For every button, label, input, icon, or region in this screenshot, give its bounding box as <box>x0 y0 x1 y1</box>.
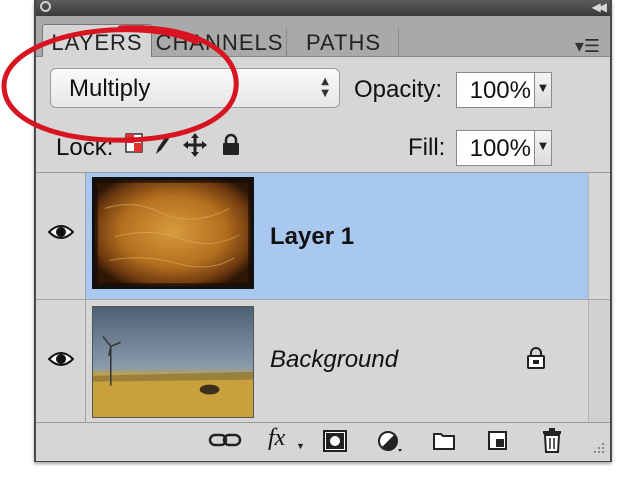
annotation-circle <box>1 25 239 143</box>
panel-bottom-bar: fx ▼ <box>36 422 610 461</box>
opacity-label: Opacity: <box>354 76 443 103</box>
fill-label: Fill: <box>408 134 446 161</box>
visibility-toggle[interactable] <box>36 173 86 299</box>
layers-list: Layer 1 Background <box>36 172 610 423</box>
layer-lock-icon <box>527 347 545 369</box>
layer-name[interactable]: Background <box>270 346 398 374</box>
adjustment-layer-icon[interactable] <box>376 429 406 455</box>
resize-grip-icon[interactable] <box>590 441 606 457</box>
fx-dropdown-icon: ▼ <box>296 441 305 451</box>
visibility-toggle[interactable] <box>36 300 86 423</box>
panel-menu-icon[interactable]: ▾☰ <box>575 36 600 57</box>
layer-1-thumbnail <box>92 177 254 289</box>
close-icon[interactable] <box>40 1 51 12</box>
opacity-field[interactable]: 100% <box>456 72 536 108</box>
updown-arrows-icon: ▲ ▼ <box>321 76 329 99</box>
fill-dropdown-icon[interactable]: ▼ <box>534 130 552 166</box>
opacity-dropdown-icon[interactable]: ▼ <box>534 72 552 108</box>
panel-title-bar[interactable]: ◀◀ <box>36 0 610 16</box>
new-group-icon[interactable] <box>432 429 458 453</box>
collapse-panel-icon[interactable]: ◀◀ <box>592 0 608 14</box>
tab-paths[interactable]: PATHS <box>289 28 399 56</box>
eye-icon <box>48 352 74 366</box>
link-layers-icon[interactable] <box>208 433 242 447</box>
layer-name[interactable]: Layer 1 <box>270 223 354 251</box>
new-layer-icon[interactable] <box>486 429 510 453</box>
fx-icon[interactable]: fx <box>268 425 285 452</box>
layer-row-layer-1[interactable]: Layer 1 <box>36 173 610 299</box>
delete-layer-icon[interactable] <box>540 427 564 455</box>
background-thumbnail <box>92 306 254 418</box>
fill-field[interactable]: 100% <box>456 130 536 166</box>
add-mask-icon[interactable] <box>322 429 348 453</box>
scrollbar-track[interactable] <box>588 300 610 423</box>
eye-icon <box>48 225 74 239</box>
layer-row-background[interactable]: Background <box>36 299 610 423</box>
scrollbar[interactable] <box>588 173 610 299</box>
